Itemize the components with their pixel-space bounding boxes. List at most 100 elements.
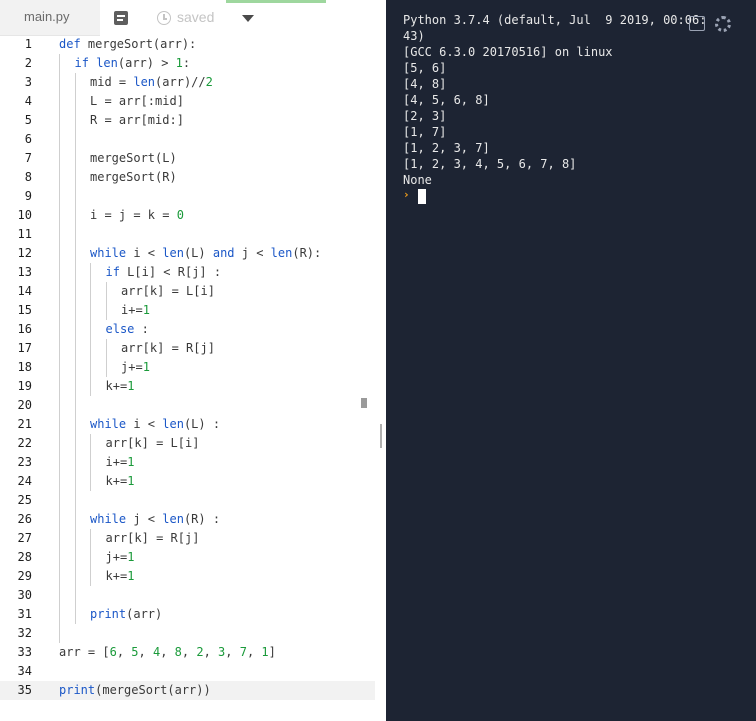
line-number: 3 [24,75,32,89]
code-line[interactable]: 33 arr = [6, 5, 4, 8, 2, 3, 7, 1] [0,643,375,662]
code-line[interactable]: 32 [0,624,375,643]
indent-guide [90,377,91,396]
indent-guide [105,282,107,301]
code-text: i+=1 [106,453,135,472]
console-toolbar [689,14,743,34]
console-line: [5, 6] [403,61,447,75]
code-line[interactable]: 11 [0,225,375,244]
indent-guide [59,472,60,491]
code-line[interactable]: 27 arr[k] = R[j] [0,529,375,548]
code-line[interactable]: 34 [0,662,375,681]
line-number: 15 [17,303,32,317]
copy-icon[interactable] [689,16,705,31]
code-line[interactable]: 2 if len(arr) > 1: [0,54,375,73]
settings-icon[interactable] [715,16,731,32]
code-line[interactable]: 14 arr[k] = L[i] [0,282,375,301]
indent-guide [74,282,76,301]
pane-splitter[interactable] [375,0,386,721]
code-line[interactable]: 35 print(mergeSort(arr)) [0,681,375,700]
code-line[interactable]: 9 [0,187,375,206]
code-line[interactable]: 24 k+=1 [0,472,375,491]
line-number: 27 [17,531,32,545]
code-line[interactable]: 4 L = arr[:mid] [0,92,375,111]
code-line[interactable]: 22 arr[k] = L[i] [0,434,375,453]
console-line: 43) [403,29,425,43]
indent-guide [74,244,76,263]
code-line[interactable]: 28 j+=1 [0,548,375,567]
code-line[interactable]: 21 while i < len(L) : [0,415,375,434]
code-line[interactable]: 25 [0,491,375,510]
line-number: 33 [17,645,32,659]
indent-guide [59,586,60,605]
console-line: Python 3.7.4 (default, Jul 9 2019, 00:06… [403,13,707,27]
line-number: 30 [17,588,32,602]
code-line[interactable]: 6 [0,130,375,149]
code-token: arr[k] = R[j] [121,341,215,355]
code-line[interactable]: 19 k+=1 [0,377,375,396]
editor-scrollbar[interactable] [361,398,367,408]
code-token: j < [234,246,271,260]
indent-guide [90,358,91,377]
chevron-down-icon[interactable] [242,15,254,22]
code-keyword: len [162,246,184,260]
indent-guide [59,320,60,339]
code-text: while i < len(L) and j < len(R): [90,244,321,263]
code-token: i < [126,417,163,431]
indent-guide [74,339,76,358]
code-line[interactable]: 7 mergeSort(L) [0,149,375,168]
tab-main-py[interactable]: main.py [0,0,100,36]
code-number: 1 [127,474,135,488]
code-line[interactable]: 8 mergeSort(R) [0,168,375,187]
code-line[interactable]: 31 print(arr) [0,605,375,624]
code-line[interactable]: 23 i+=1 [0,453,375,472]
code-line[interactable]: 3 mid = len(arr)//2 [0,73,375,92]
splitter-handle[interactable] [380,424,382,448]
code-line[interactable]: 15 i+=1 [0,301,375,320]
code-editor-pane[interactable]: main.py saved 1 def mergeSort(arr): 2 if le… [0,0,375,721]
code-line[interactable]: 29 k+=1 [0,567,375,586]
indent-guide [59,73,60,92]
code-token: (L) : [183,417,221,431]
code-line[interactable]: 30 [0,586,375,605]
code-token: R = arr[mid:] [90,113,184,127]
line-number: 13 [17,265,32,279]
console-pane[interactable]: Python 3.7.4 (default, Jul 9 2019, 00:06… [386,0,756,721]
console-cursor[interactable] [418,189,426,204]
code-line[interactable]: 16 else : [0,320,375,339]
indent-guide [59,282,60,301]
code-keyword: if [74,56,89,70]
code-line[interactable]: 17 arr[k] = R[j] [0,339,375,358]
code-line[interactable]: 1 def mergeSort(arr): [0,35,375,54]
code-token: i = j = k = [90,208,177,222]
code-line[interactable]: 18 j+=1 [0,358,375,377]
code-token: (arr)// [155,75,206,89]
code-line[interactable]: 5 R = arr[mid:] [0,111,375,130]
code-line[interactable]: 12 while i < len(L) and j < len(R): [0,244,375,263]
notes-icon[interactable] [114,11,128,25]
code-text: arr[k] = R[j] [106,529,200,548]
code-line[interactable]: 26 while j < len(R) : [0,510,375,529]
code-token: mergeSort(L) [90,151,177,165]
indent-guide [74,168,76,187]
line-number: 19 [17,379,32,393]
code-keyword: len [270,246,293,260]
code-line[interactable]: 10 i = j = k = 0 [0,206,375,225]
code-keyword: len [96,56,118,70]
code-text: R = arr[mid:] [90,111,184,130]
line-number: 23 [17,455,32,469]
history-icon[interactable] [157,11,171,25]
code-token: i < [126,246,163,260]
code-text: print(arr) [90,605,162,624]
code-keyword: len [133,75,156,89]
code-line[interactable]: 13 if L[i] < R[j] : [0,263,375,282]
indent-guide [59,377,60,396]
code-number: 1 [127,569,135,583]
indent-guide [59,225,60,244]
code-area[interactable]: 1 def mergeSort(arr): 2 if len(arr) > 1: 3 mi… [0,35,375,721]
code-text: else : [106,320,149,339]
code-token: , [160,645,175,659]
code-line[interactable]: 20 [0,396,375,415]
line-number: 34 [17,664,32,678]
code-token: (arr) [126,607,163,621]
line-number: 11 [17,227,32,241]
